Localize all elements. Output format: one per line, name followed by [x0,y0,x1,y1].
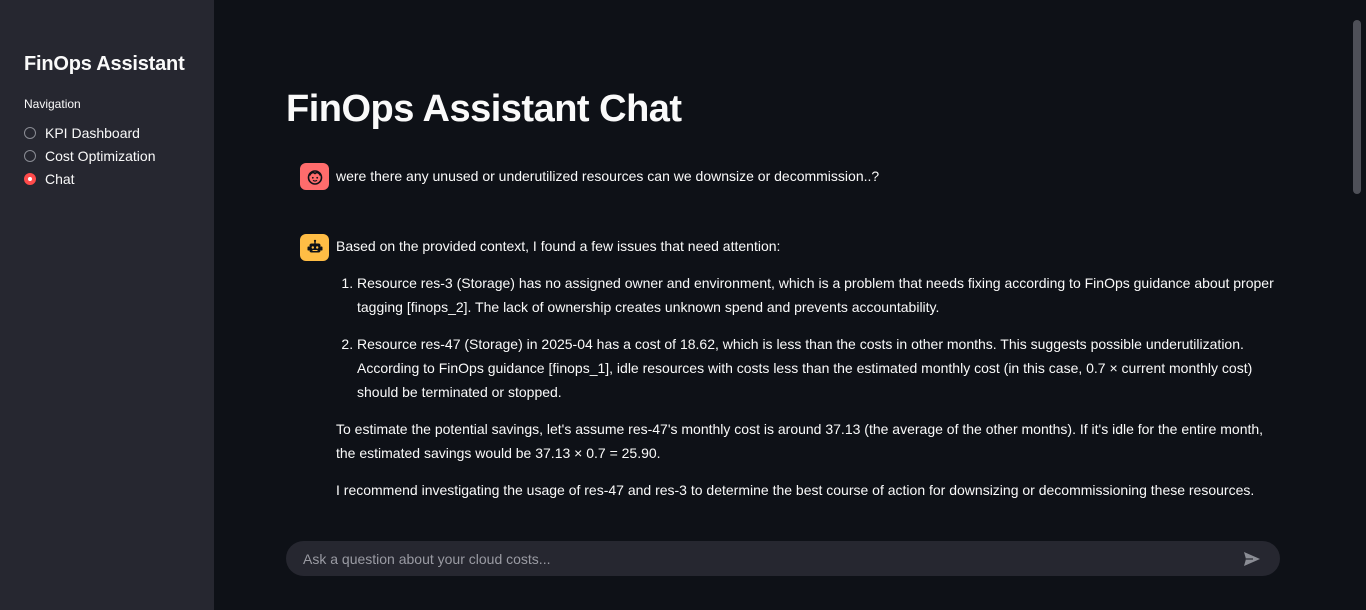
nav-item-label: Cost Optimization [45,147,156,164]
nav-item-chat[interactable]: Chat [24,167,155,190]
radio-checked-icon[interactable] [24,172,36,185]
user-face-icon [307,169,322,185]
robot-icon [307,239,322,252]
radio-unchecked-icon[interactable] [24,126,36,139]
nav-item-cost-optimization[interactable]: Cost Optimization [24,144,155,167]
sidebar: FinOps Assistant Navigation KPI Dashboar… [0,0,214,610]
sidebar-title: FinOps Assistant [24,53,185,75]
user-avatar [300,163,329,190]
nav-item-kpi-dashboard[interactable]: KPI Dashboard [24,121,155,144]
assistant-avatar [300,234,329,261]
chat-input[interactable] [301,549,1242,568]
assistant-recommendation-text: I recommend investigating the usage of r… [336,482,1255,498]
assistant-message: Based on the provided context, I found a… [300,234,1290,514]
assistant-issue-list: Resource res-3 (Storage) has no assigned… [336,271,1276,404]
chat-input-bar [286,541,1280,576]
scrollbar-thumb[interactable] [1353,20,1361,194]
main-content: FinOps Assistant Chat were there any unu… [214,0,1366,610]
navigation-radio-group: KPI Dashboard Cost Optimization Chat [24,121,155,190]
assistant-savings-text: To estimate the potential savings, let's… [336,421,1264,461]
navigation-label: Navigation [24,97,81,111]
assistant-issue-item: Resource res-47 (Storage) in 2025-04 has… [357,332,1276,404]
send-button[interactable] [1242,549,1262,569]
assistant-message-content: Based on the provided context, I found a… [336,234,1276,515]
app-window: FinOps Assistant Navigation KPI Dashboar… [0,0,1366,610]
assistant-issue-item: Resource res-3 (Storage) has no assigned… [357,271,1276,319]
nav-item-label: Chat [45,170,75,187]
nav-item-label: KPI Dashboard [45,124,140,141]
user-message: were there any unused or underutilized r… [300,163,1290,203]
assistant-intro: Based on the provided context, I found a… [336,238,781,254]
radio-unchecked-icon[interactable] [24,149,36,162]
send-icon [1244,551,1260,566]
user-message-text: were there any unused or underutilized r… [336,168,880,184]
page-title: FinOps Assistant Chat [286,88,682,130]
